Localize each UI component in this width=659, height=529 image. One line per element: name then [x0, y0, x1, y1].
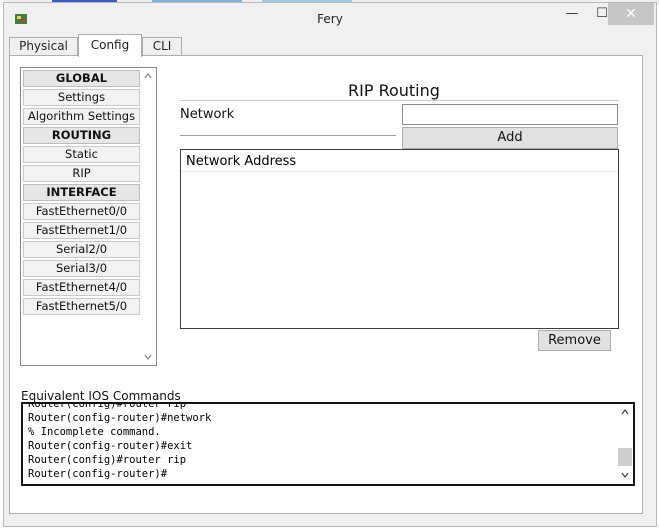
ios-commands-console[interactable]: Router(config)#router rip Router(config-…	[21, 402, 635, 486]
sidebar-item-fastethernet0-0[interactable]: FastEthernet0/0	[23, 203, 140, 220]
sidebar-header-interface: INTERFACE	[23, 184, 140, 201]
sidebar-item-fastethernet1-0[interactable]: FastEthernet1/0	[23, 222, 140, 239]
section-title: RIP Routing	[348, 81, 440, 100]
tab-cli[interactable]: CLI	[142, 37, 182, 56]
sidebar-item-algorithm-settings[interactable]: Algorithm Settings	[23, 108, 140, 125]
scroll-down-icon[interactable]	[621, 471, 629, 479]
title-bar[interactable]: Fery — ☐ ✕	[4, 3, 656, 33]
sidebar-item-fastethernet5-0[interactable]: FastEthernet5/0	[23, 298, 140, 315]
console-scrollbar[interactable]	[617, 404, 633, 484]
tab-physical[interactable]: Physical	[9, 37, 78, 56]
ios-commands-label: Equivalent IOS Commands	[21, 389, 181, 403]
sidebar-scrollbar[interactable]	[140, 68, 156, 365]
console-line: % Incomplete command.	[28, 426, 161, 438]
title-divider	[180, 100, 618, 101]
console-line: Router(config)#router rip	[28, 454, 187, 466]
network-input[interactable]	[402, 104, 618, 125]
sidebar-item-rip[interactable]: RIP	[23, 165, 140, 182]
config-sidebar: GLOBAL Settings Algorithm Settings ROUTI…	[20, 67, 157, 366]
sidebar-item-settings[interactable]: Settings	[23, 89, 140, 106]
scroll-up-icon[interactable]	[144, 72, 152, 80]
scroll-down-icon[interactable]	[144, 353, 152, 361]
minimize-icon[interactable]: —	[557, 3, 587, 25]
network-address-header-label: Network Address	[186, 154, 297, 169]
console-line: Router(config)#router rip	[28, 402, 187, 410]
sidebar-header-global: GLOBAL	[23, 70, 140, 87]
tab-config[interactable]: Config	[78, 34, 142, 57]
sidebar-item-fastethernet4-0[interactable]: FastEthernet4/0	[23, 279, 140, 296]
network-address-list[interactable]: Network Address	[180, 149, 619, 329]
network-divider	[180, 135, 396, 136]
sidebar-header-routing: ROUTING	[23, 127, 140, 144]
sidebar-item-serial3-0[interactable]: Serial3/0	[23, 260, 140, 277]
network-address-header: Network Address	[181, 150, 618, 172]
console-line: Router(config-router)#exit	[28, 440, 193, 452]
remove-button[interactable]: Remove	[538, 330, 611, 351]
close-icon[interactable]: ✕	[608, 3, 654, 25]
console-scroll-thumb[interactable]	[618, 448, 632, 466]
console-output: Router(config)#router rip Router(config-…	[28, 402, 212, 481]
scroll-up-icon[interactable]	[621, 408, 629, 416]
console-line: Router(config-router)#network	[28, 412, 212, 424]
sidebar-item-serial2-0[interactable]: Serial2/0	[23, 241, 140, 258]
add-button[interactable]: Add	[402, 127, 618, 149]
network-label: Network	[180, 107, 235, 122]
sidebar-item-static[interactable]: Static	[23, 146, 140, 163]
console-line: Router(config-router)#	[28, 468, 168, 480]
